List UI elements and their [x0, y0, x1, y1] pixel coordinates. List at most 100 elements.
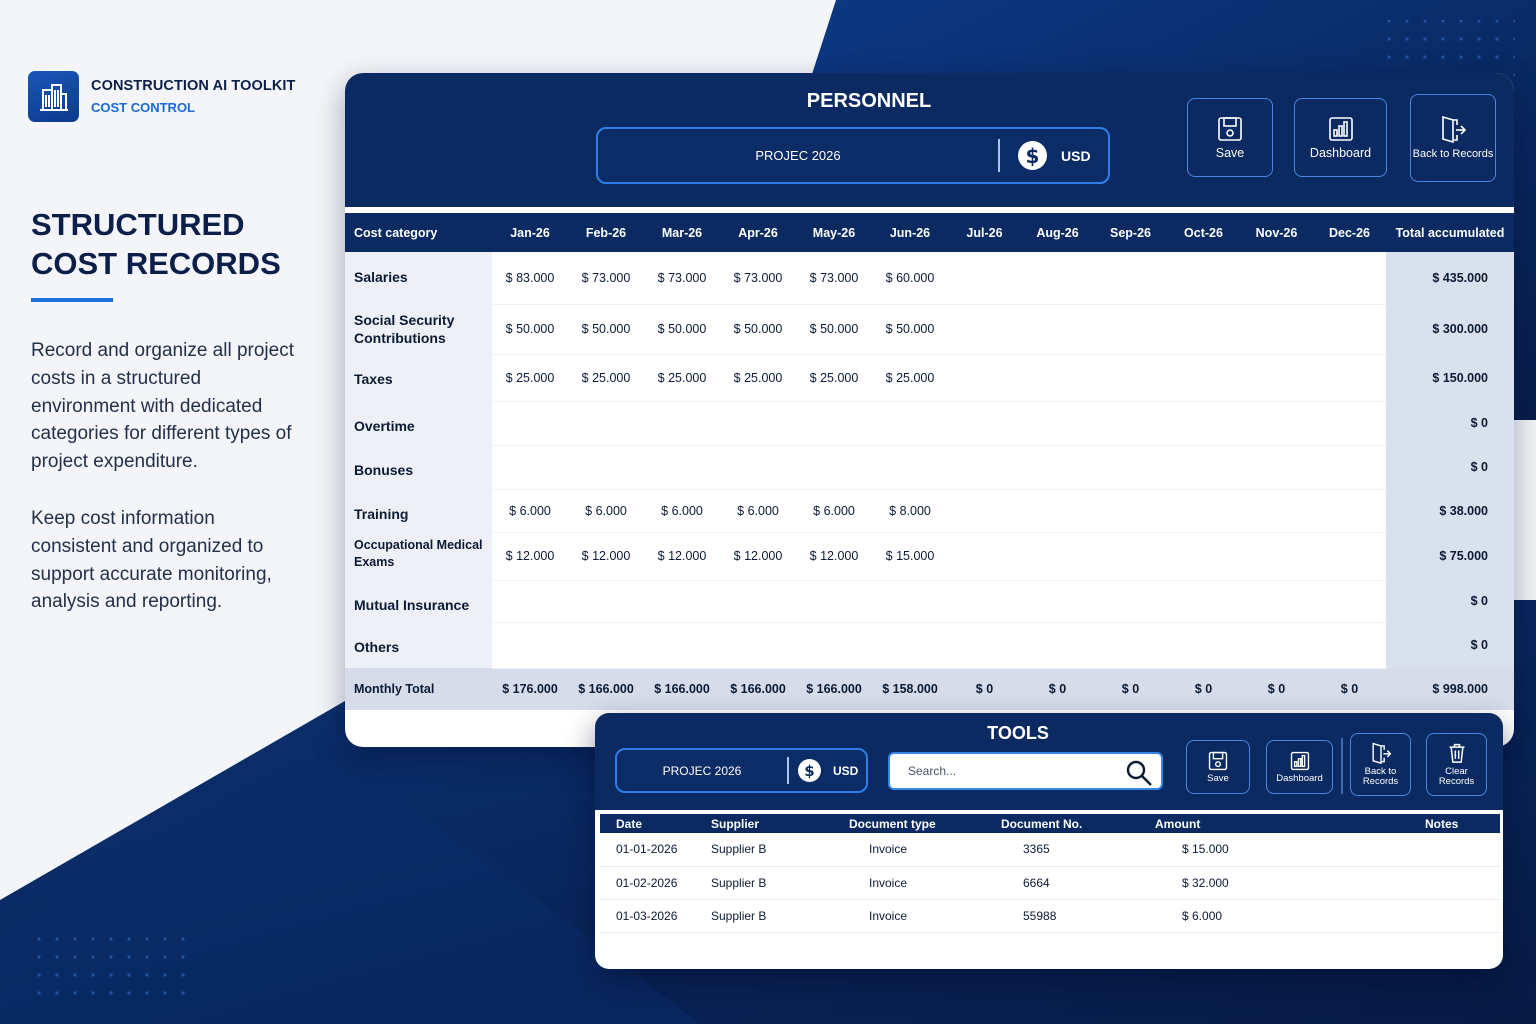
tools-back-to-records-button[interactable]: Back to Records [1350, 733, 1411, 796]
cost-cell[interactable] [720, 580, 796, 623]
cost-cell[interactable] [948, 532, 1021, 581]
cost-cell[interactable] [1167, 622, 1240, 669]
cost-cell[interactable]: $ 12.000 [720, 532, 796, 581]
cost-cell[interactable] [796, 622, 872, 669]
cost-cell[interactable] [492, 401, 568, 446]
cost-cell[interactable]: $ 73.000 [644, 252, 720, 305]
cost-cell[interactable]: $ 8.000 [872, 489, 948, 533]
cost-cell[interactable]: $ 73.000 [568, 252, 644, 305]
cost-cell[interactable] [1313, 489, 1386, 533]
cost-cell[interactable]: $ 73.000 [796, 252, 872, 305]
cost-cell[interactable] [1021, 489, 1094, 533]
table-row[interactable]: 01-01-2026 Supplier B Invoice 3365 $ 15.000 [600, 833, 1500, 867]
cost-cell[interactable] [568, 401, 644, 446]
tools-dashboard-button[interactable]: Dashboard [1266, 740, 1333, 794]
cost-cell[interactable]: $ 50.000 [492, 304, 568, 355]
cost-cell[interactable] [1313, 304, 1386, 355]
cost-cell[interactable] [948, 252, 1021, 305]
cost-cell[interactable] [1240, 532, 1313, 581]
cost-cell[interactable] [492, 622, 568, 669]
cost-cell[interactable] [568, 445, 644, 490]
cost-cell[interactable] [948, 489, 1021, 533]
cost-cell[interactable] [1094, 622, 1167, 669]
cost-cell[interactable] [492, 445, 568, 490]
cost-cell[interactable] [1021, 580, 1094, 623]
cost-cell[interactable] [1167, 252, 1240, 305]
cost-cell[interactable] [720, 445, 796, 490]
cost-cell[interactable] [1167, 580, 1240, 623]
search-icon[interactable] [1125, 759, 1153, 787]
cost-cell[interactable] [948, 445, 1021, 490]
cost-cell[interactable] [568, 580, 644, 623]
cost-cell[interactable] [644, 445, 720, 490]
cost-cell[interactable] [1313, 622, 1386, 669]
cost-cell[interactable] [1240, 580, 1313, 623]
cost-cell[interactable]: $ 12.000 [644, 532, 720, 581]
save-button[interactable]: Save [1187, 98, 1273, 177]
cost-cell[interactable]: $ 25.000 [644, 354, 720, 402]
cost-cell[interactable] [1167, 304, 1240, 355]
cost-cell[interactable]: $ 12.000 [796, 532, 872, 581]
cost-cell[interactable] [948, 401, 1021, 446]
tools-project-selector[interactable]: PROJEC 2026 $ USD [615, 748, 868, 793]
cost-cell[interactable] [492, 580, 568, 623]
cost-cell[interactable] [1094, 489, 1167, 533]
cost-cell[interactable]: $ 25.000 [720, 354, 796, 402]
cost-cell[interactable] [1021, 622, 1094, 669]
cost-cell[interactable]: $ 6.000 [720, 489, 796, 533]
cost-cell[interactable] [1167, 401, 1240, 446]
cost-cell[interactable]: $ 12.000 [568, 532, 644, 581]
cost-cell[interactable] [1094, 401, 1167, 446]
cost-cell[interactable]: $ 50.000 [720, 304, 796, 355]
cost-cell[interactable] [872, 401, 948, 446]
cost-cell[interactable] [796, 401, 872, 446]
cost-cell[interactable] [1167, 532, 1240, 581]
cost-cell[interactable] [1313, 354, 1386, 402]
cost-cell[interactable]: $ 25.000 [796, 354, 872, 402]
cost-cell[interactable] [720, 401, 796, 446]
cost-cell[interactable] [644, 580, 720, 623]
cost-cell[interactable] [872, 580, 948, 623]
cost-cell[interactable] [1094, 252, 1167, 305]
cost-cell[interactable] [1240, 252, 1313, 305]
cost-cell[interactable]: $ 12.000 [492, 532, 568, 581]
cost-cell[interactable] [1240, 401, 1313, 446]
cost-cell[interactable] [1021, 445, 1094, 490]
cost-cell[interactable] [1313, 252, 1386, 305]
cost-cell[interactable] [1021, 304, 1094, 355]
cost-cell[interactable] [872, 445, 948, 490]
cost-cell[interactable] [644, 622, 720, 669]
dashboard-button[interactable]: Dashboard [1294, 98, 1387, 177]
cost-cell[interactable] [1021, 401, 1094, 446]
cost-cell[interactable] [1094, 532, 1167, 581]
cost-cell[interactable]: $ 6.000 [644, 489, 720, 533]
cost-cell[interactable] [1313, 580, 1386, 623]
cost-cell[interactable]: $ 73.000 [720, 252, 796, 305]
cost-cell[interactable] [796, 580, 872, 623]
table-row[interactable]: 01-02-2026 Supplier B Invoice 6664 $ 32.000 [600, 866, 1500, 900]
cost-cell[interactable] [1240, 489, 1313, 533]
cost-cell[interactable]: $ 25.000 [872, 354, 948, 402]
cost-cell[interactable]: $ 50.000 [568, 304, 644, 355]
table-row[interactable]: 01-03-2026 Supplier B Invoice 55988 $ 6.000 [600, 899, 1500, 933]
cost-cell[interactable] [1167, 354, 1240, 402]
cost-cell[interactable]: $ 50.000 [796, 304, 872, 355]
cost-cell[interactable] [1167, 445, 1240, 490]
cost-cell[interactable]: $ 25.000 [568, 354, 644, 402]
cost-cell[interactable] [796, 445, 872, 490]
cost-cell[interactable] [948, 304, 1021, 355]
cost-cell[interactable] [1313, 401, 1386, 446]
cost-cell[interactable] [1021, 252, 1094, 305]
cost-cell[interactable]: $ 60.000 [872, 252, 948, 305]
cost-cell[interactable] [1094, 304, 1167, 355]
clear-records-button[interactable]: Clear Records [1426, 733, 1487, 796]
cost-cell[interactable]: $ 15.000 [872, 532, 948, 581]
cost-cell[interactable]: $ 6.000 [492, 489, 568, 533]
project-selector[interactable]: PROJEC 2026 $ USD [596, 127, 1110, 184]
cost-cell[interactable]: $ 25.000 [492, 354, 568, 402]
tools-save-button[interactable]: Save [1186, 740, 1250, 794]
cost-cell[interactable] [1240, 304, 1313, 355]
cost-cell[interactable]: $ 6.000 [796, 489, 872, 533]
cost-cell[interactable] [644, 401, 720, 446]
cost-cell[interactable] [948, 622, 1021, 669]
